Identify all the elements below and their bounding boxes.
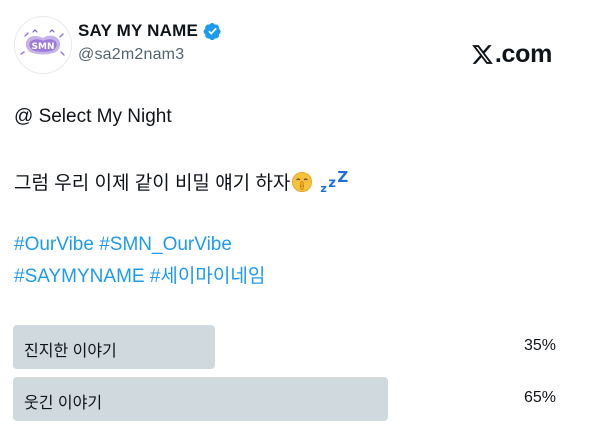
account-names: SAY MY NAME @sa2m2nam3 — [78, 20, 222, 64]
hashtag-line-2: #SAYMYNAME #세이마이네임 — [14, 261, 574, 293]
hashtag-saymyname-korean[interactable]: #세이마이네임 — [150, 266, 265, 287]
post-line-2: 그럼 우리 이제 같이 비밀 얘기 하자 zzZ — [14, 165, 574, 197]
post-body: @ Select My Night 그럼 우리 이제 같이 비밀 얘기 하자 z… — [14, 101, 574, 293]
poll-option-funny[interactable]: 웃긴 이야기 65% — [13, 377, 578, 421]
hashtag-line-1: #OurVibe #SMN_OurVibe — [14, 229, 574, 261]
shushing-face-emoji-icon — [291, 171, 313, 193]
hashtag-smn-ourvibe[interactable]: #SMN_OurVibe — [99, 234, 232, 255]
display-name-row: SAY MY NAME — [78, 20, 222, 42]
poll: 진지한 이야기 35% 웃긴 이야기 65% — [13, 325, 578, 429]
post-card: SMN SAY MY NAME @sa2m2nam3 .com @ Select… — [0, 0, 591, 427]
group-logo-icon: SMN — [15, 17, 71, 73]
svg-text:SMN: SMN — [32, 42, 55, 52]
display-name[interactable]: SAY MY NAME — [78, 21, 198, 41]
post-header: SMN SAY MY NAME @sa2m2nam3 .com — [14, 16, 574, 74]
poll-option-label: 웃긴 이야기 — [24, 395, 103, 412]
hashtag-saymyname[interactable]: #SAYMYNAME — [14, 266, 145, 287]
verified-badge-icon — [203, 22, 222, 41]
poll-option-percent: 65% — [523, 389, 556, 406]
site-brand-suffix: .com — [494, 40, 552, 68]
zzz-emoji-icon: zzZ — [320, 168, 349, 195]
post-line-1: @ Select My Night — [14, 106, 172, 127]
avatar[interactable]: SMN — [14, 16, 72, 74]
poll-option-label: 진지한 이야기 — [24, 343, 117, 360]
poll-option-serious[interactable]: 진지한 이야기 35% — [13, 325, 578, 369]
x-logo-icon — [471, 43, 494, 66]
account-handle[interactable]: @sa2m2nam3 — [78, 46, 222, 64]
poll-option-percent: 35% — [523, 337, 556, 354]
site-brand[interactable]: .com — [471, 40, 552, 69]
post-line-2-text: 그럼 우리 이제 같이 비밀 얘기 하자 — [14, 173, 291, 194]
hashtag-ourvibe[interactable]: #OurVibe — [14, 234, 94, 255]
